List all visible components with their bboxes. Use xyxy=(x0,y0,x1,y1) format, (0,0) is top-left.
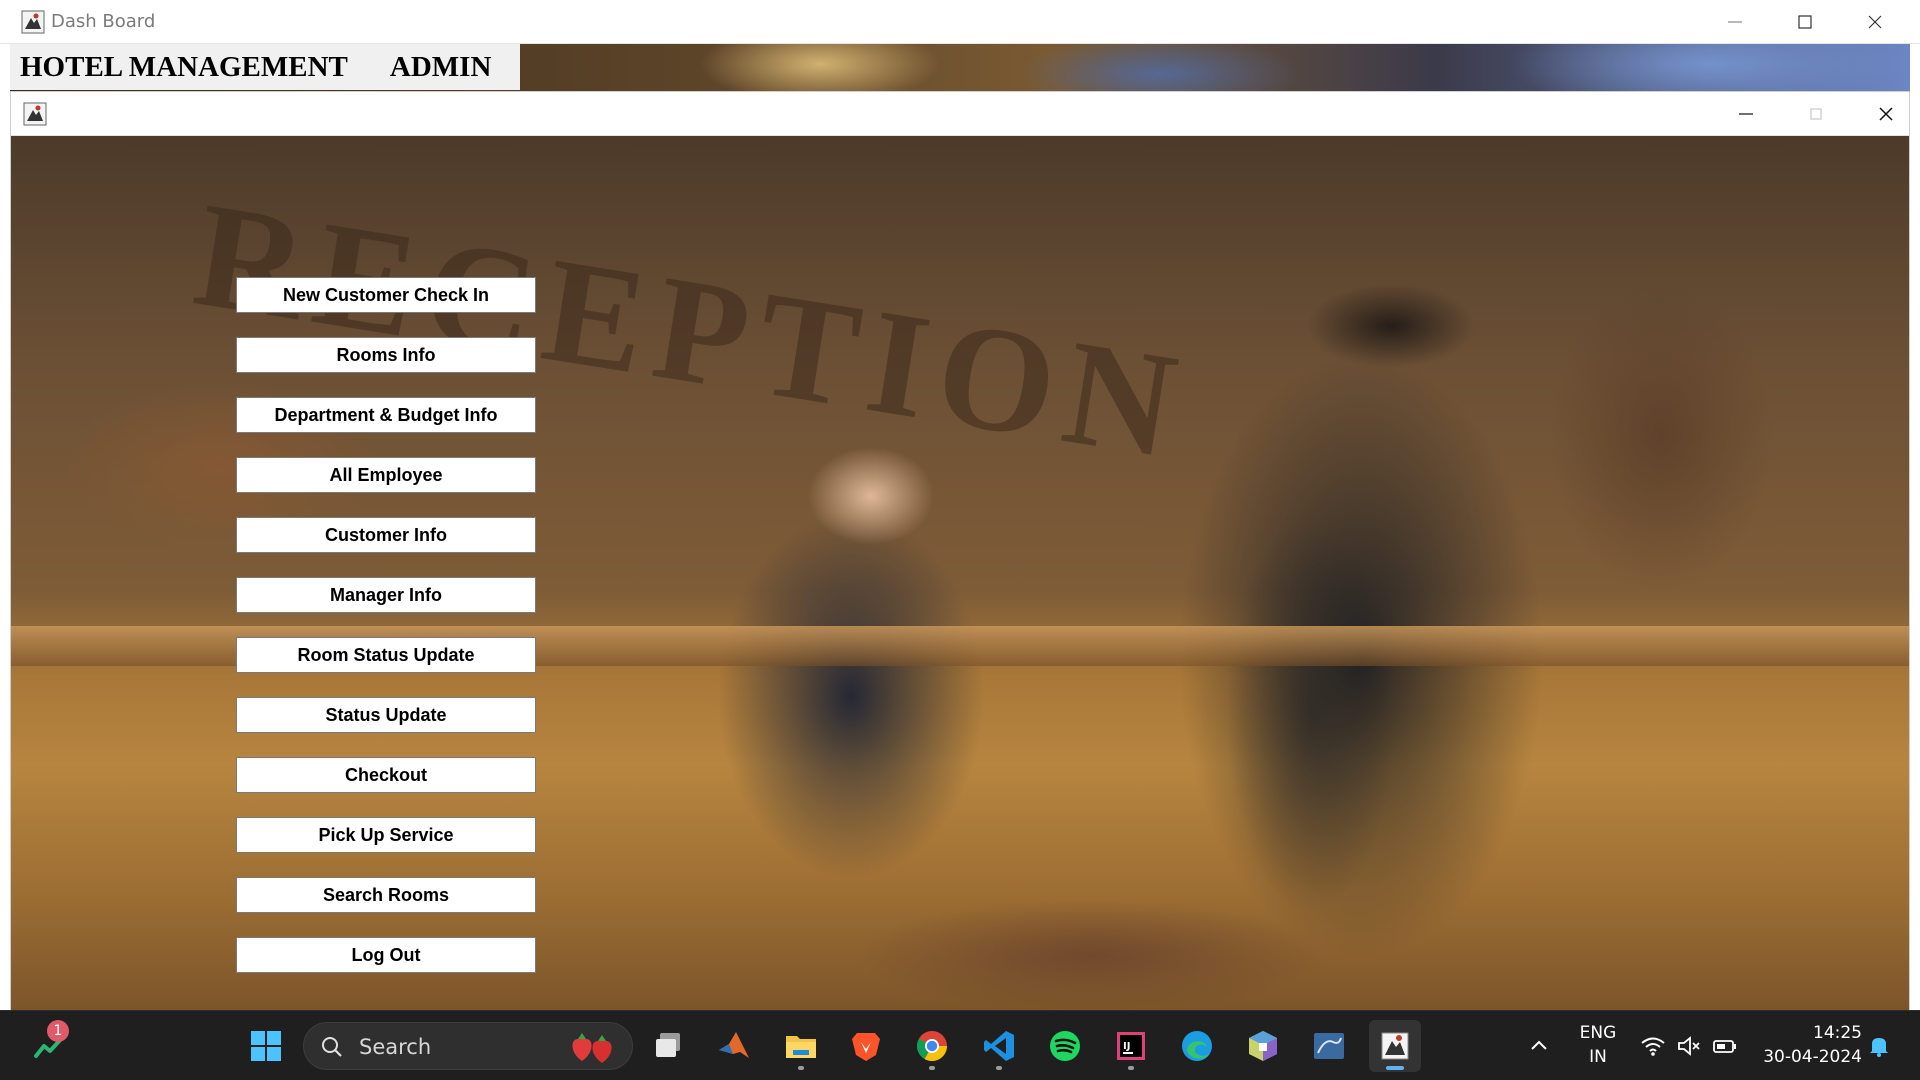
pick-up-service-button[interactable]: Pick Up Service xyxy=(236,817,536,853)
taskbar-search[interactable]: Search xyxy=(303,1022,633,1070)
maximize-icon xyxy=(1810,108,1822,120)
running-indicator xyxy=(1128,1066,1134,1070)
volume-muted-icon[interactable] xyxy=(1676,1033,1702,1059)
clock-date[interactable]: 30-04-2024 xyxy=(1752,1047,1862,1067)
java-app-icon xyxy=(1381,1032,1409,1060)
department-budget-info-button[interactable]: Department & Budget Info xyxy=(236,397,536,433)
strawberry-icon xyxy=(572,1033,612,1063)
checkout-button[interactable]: Checkout xyxy=(236,757,536,793)
language-indicator-top[interactable]: ENG xyxy=(1572,1023,1624,1043)
taskbar-chrome[interactable] xyxy=(906,1020,958,1072)
minimize-icon xyxy=(1739,113,1753,115)
minimize-icon xyxy=(1728,21,1742,23)
brave-icon xyxy=(852,1033,880,1061)
status-update-button[interactable]: Status Update xyxy=(236,697,536,733)
taskbar-intellij[interactable]: IJ xyxy=(1105,1020,1157,1072)
running-indicator xyxy=(996,1066,1002,1070)
task-view-icon xyxy=(656,1033,680,1057)
start-button[interactable] xyxy=(240,1020,292,1072)
matlab-icon xyxy=(719,1032,749,1058)
search-placeholder: Search xyxy=(359,1035,432,1059)
inner-maximize-button xyxy=(1781,92,1851,136)
close-icon xyxy=(1879,107,1893,121)
task-view-button[interactable] xyxy=(643,1020,695,1072)
running-indicator xyxy=(929,1066,935,1070)
room-status-update-button[interactable]: Room Status Update xyxy=(236,637,536,673)
inner-title-bar[interactable] xyxy=(11,92,1909,136)
edge-icon xyxy=(1182,1031,1212,1061)
spotify-icon xyxy=(1050,1031,1080,1061)
menu-hotel-management[interactable]: HOTEL MANAGEMENT xyxy=(10,51,358,84)
taskbar-spotify[interactable] xyxy=(1039,1020,1091,1072)
taskbar-box-app[interactable] xyxy=(1237,1020,1289,1072)
new-customer-check-in-button[interactable]: New Customer Check In xyxy=(236,277,536,313)
mysql-workbench-icon xyxy=(1314,1033,1344,1059)
search-rooms-button[interactable]: Search Rooms xyxy=(236,877,536,913)
taskbar-file-explorer[interactable] xyxy=(775,1020,827,1072)
close-button[interactable] xyxy=(1840,0,1910,44)
close-icon xyxy=(1868,15,1882,29)
taskbar-vscode[interactable] xyxy=(973,1020,1025,1072)
menu-admin[interactable]: ADMIN xyxy=(380,51,502,84)
taskbar-brave[interactable] xyxy=(840,1020,892,1072)
window-title: Dash Board xyxy=(51,11,156,32)
notification-badge: 1 xyxy=(47,1020,69,1042)
customer-info-button[interactable]: Customer Info xyxy=(236,517,536,553)
taskbar-mysql-workbench[interactable] xyxy=(1303,1020,1355,1072)
manager-info-button[interactable]: Manager Info xyxy=(236,577,536,613)
inner-close-button[interactable] xyxy=(1851,92,1920,136)
taskbar: 1 Search IJ ENG IN 14:25 30-04-2024 xyxy=(0,1010,1920,1080)
search-icon xyxy=(322,1037,342,1057)
java-app-icon xyxy=(23,102,47,126)
maximize-icon xyxy=(1798,15,1812,29)
taskbar-java-app[interactable] xyxy=(1369,1020,1421,1072)
outer-title-bar[interactable]: Dash Board xyxy=(0,0,1920,44)
intellij-icon: IJ xyxy=(1117,1032,1145,1060)
battery-icon[interactable] xyxy=(1712,1033,1738,1059)
active-indicator xyxy=(1386,1066,1404,1070)
start-icon xyxy=(251,1031,281,1061)
chrome-icon xyxy=(916,1031,947,1062)
reception-sign: RECEPTION xyxy=(184,170,1199,492)
reception-background-image: RECEPTION New Customer Check In Rooms In… xyxy=(11,136,1909,1010)
taskbar-edge[interactable] xyxy=(1171,1020,1223,1072)
wifi-icon[interactable] xyxy=(1640,1033,1666,1059)
menu-bar: HOTEL MANAGEMENT ADMIN xyxy=(10,44,520,90)
notification-bell-icon[interactable] xyxy=(1866,1033,1892,1059)
running-indicator xyxy=(798,1066,804,1070)
file-explorer-icon xyxy=(786,1036,816,1058)
minimize-button[interactable] xyxy=(1700,0,1770,44)
language-indicator-bottom[interactable]: IN xyxy=(1572,1047,1624,1067)
svg-text:IJ: IJ xyxy=(1123,1041,1130,1052)
rooms-info-button[interactable]: Rooms Info xyxy=(236,337,536,373)
reception-window: RECEPTION New Customer Check In Rooms In… xyxy=(10,91,1910,1010)
taskbar-matlab[interactable] xyxy=(708,1020,760,1072)
chevron-up-icon[interactable] xyxy=(1526,1033,1552,1059)
java-app-icon xyxy=(21,10,45,34)
all-employee-button[interactable]: All Employee xyxy=(236,457,536,493)
maximize-button[interactable] xyxy=(1770,0,1840,44)
inner-minimize-button[interactable] xyxy=(1711,92,1781,136)
box-app-icon xyxy=(1249,1031,1277,1061)
clock-time[interactable]: 14:25 xyxy=(1752,1023,1862,1043)
vscode-icon xyxy=(984,1031,1014,1061)
log-out-button[interactable]: Log Out xyxy=(236,937,536,973)
